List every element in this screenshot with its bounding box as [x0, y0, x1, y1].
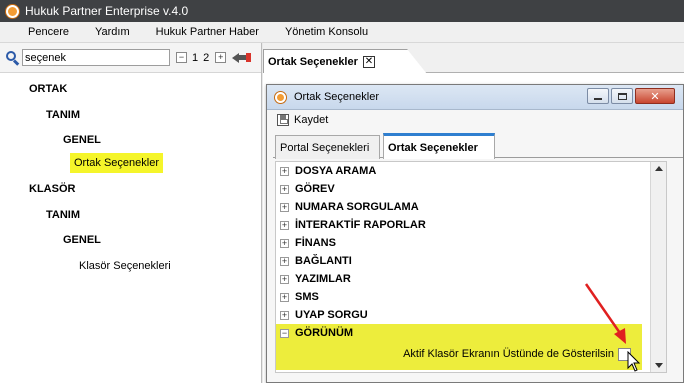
expand-icon[interactable]: + [280, 310, 289, 320]
tab-label: Ortak Seçenekler [268, 56, 358, 68]
dialog-logo-icon [275, 91, 286, 103]
section-label: GÖREV [295, 183, 335, 195]
expand-icon[interactable]: + [280, 166, 289, 176]
tree-item-klasor-secenekleri[interactable]: Klasör Seçenekleri [79, 260, 171, 272]
expand-icon[interactable]: + [280, 274, 289, 284]
section-label: UYAP SORGU [295, 309, 368, 321]
scroll-up-icon[interactable] [655, 166, 663, 171]
save-toolbar: Kaydet [267, 110, 683, 130]
app-logo-icon [6, 4, 19, 18]
window-controls: ✕ [585, 88, 675, 104]
dialog-title-bar[interactable]: Ortak Seçenekler ✕ [267, 85, 683, 110]
section-dosya-arama[interactable]: + DOSYA ARAMA [276, 162, 666, 180]
close-button[interactable]: ✕ [635, 88, 675, 104]
save-icon[interactable] [277, 114, 289, 126]
back-arrow-icon[interactable] [232, 52, 252, 64]
section-label: SMS [295, 291, 319, 303]
section-baglanti[interactable]: + BAĞLANTI [276, 252, 666, 270]
minimize-icon [594, 97, 602, 100]
section-label: GÖRÜNÜM [295, 327, 354, 339]
section-label: FİNANS [295, 237, 336, 249]
section-finans[interactable]: + FİNANS [276, 234, 666, 252]
search-icon[interactable] [6, 50, 20, 66]
tree-item-klasor[interactable]: KLASÖR [29, 183, 75, 195]
app-title: Hukuk Partner Enterprise v.4.0 [25, 4, 189, 18]
tree-item-genel[interactable]: GENEL [63, 134, 101, 146]
page-2-link[interactable]: 2 [203, 52, 209, 64]
tab-ortak-secenekler[interactable]: Ortak Seçenekler ✕ [263, 49, 427, 74]
tab-close-icon[interactable]: ✕ [362, 56, 375, 68]
tree-item-ortak-secenekler[interactable]: Ortak Seçenekler [70, 153, 163, 173]
title-bar: Hukuk Partner Enterprise v.4.0 [0, 0, 684, 22]
expand-icon[interactable]: + [280, 184, 289, 194]
minimize-button[interactable] [587, 88, 609, 104]
tree-item-klasor-tanim[interactable]: TANIM [46, 209, 80, 221]
tab-ortak-secenekler-active[interactable]: Ortak Seçenekler [383, 133, 495, 159]
tree-item-ortak[interactable]: ORTAK [29, 83, 67, 95]
menu-pencere[interactable]: Pencere [28, 26, 69, 38]
document-tab-strip: Ortak Seçenekler ✕ [263, 43, 684, 74]
page-1-link[interactable]: 1 [192, 52, 198, 64]
expand-icon[interactable]: + [280, 292, 289, 302]
save-button[interactable]: Kaydet [294, 114, 328, 126]
dialog-tabs: Portal Seçenekleri Ortak Seçenekler [273, 130, 683, 159]
menu-bar: Pencere Yardım Hukuk Partner Haber Yönet… [0, 22, 684, 43]
section-label: NUMARA SORGULAMA [295, 201, 419, 213]
search-row: − 1 2 + [0, 43, 261, 73]
tab-portal-secenekleri[interactable]: Portal Seçenekleri [275, 135, 380, 159]
vertical-scrollbar[interactable] [650, 162, 666, 372]
section-interaktif-raporlar[interactable]: + İNTERAKTİF RAPORLAR [276, 216, 666, 234]
expand-icon[interactable]: + [280, 220, 289, 230]
maximize-icon [617, 92, 627, 100]
dialog-title: Ortak Seçenekler [294, 91, 379, 103]
tree-item-tanim[interactable]: TANIM [46, 109, 80, 121]
menu-haber[interactable]: Hukuk Partner Haber [156, 26, 259, 38]
search-input[interactable] [22, 49, 170, 66]
maximize-button[interactable] [611, 88, 633, 104]
expand-all-button[interactable]: + [215, 52, 227, 63]
annotation-arrow-icon [584, 283, 626, 344]
expand-icon[interactable]: + [280, 202, 289, 212]
collapse-icon[interactable]: − [280, 328, 289, 338]
scroll-down-icon[interactable] [655, 363, 663, 368]
setting-label-aktif-klasor: Aktif Klasör Ekranın Üstünde de Gösteril… [403, 348, 614, 360]
menu-yardim[interactable]: Yardım [95, 26, 130, 38]
mouse-cursor-icon [627, 351, 641, 372]
section-numara-sorgulama[interactable]: + NUMARA SORGULAMA [276, 198, 666, 216]
section-label: DOSYA ARAMA [295, 165, 377, 177]
section-gorev[interactable]: + GÖREV [276, 180, 666, 198]
section-label: BAĞLANTI [295, 255, 352, 267]
expand-icon[interactable]: + [280, 238, 289, 248]
collapse-all-button[interactable]: − [176, 52, 187, 63]
menu-yonetim-konsolu[interactable]: Yönetim Konsolu [285, 26, 368, 38]
tree-item-klasor-genel[interactable]: GENEL [63, 234, 101, 246]
navigation-pane: − 1 2 + ORTAK TANIM GENEL Ortak Seçenekl… [0, 43, 262, 383]
section-label: YAZIMLAR [295, 273, 351, 285]
section-label: İNTERAKTİF RAPORLAR [295, 219, 426, 231]
expand-icon[interactable]: + [280, 256, 289, 266]
